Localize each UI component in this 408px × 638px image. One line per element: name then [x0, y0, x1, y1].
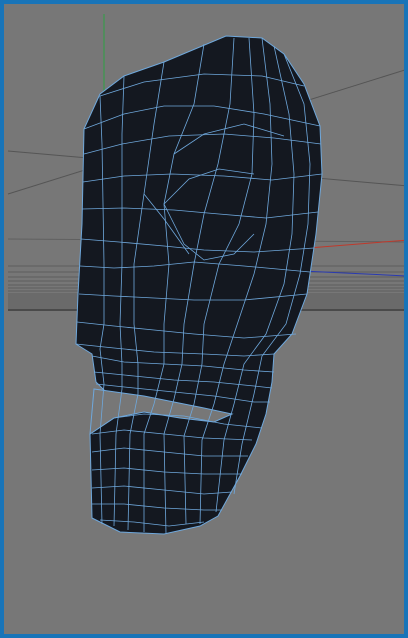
3d-viewport[interactable] [0, 0, 408, 638]
scene-canvas[interactable] [4, 4, 408, 638]
